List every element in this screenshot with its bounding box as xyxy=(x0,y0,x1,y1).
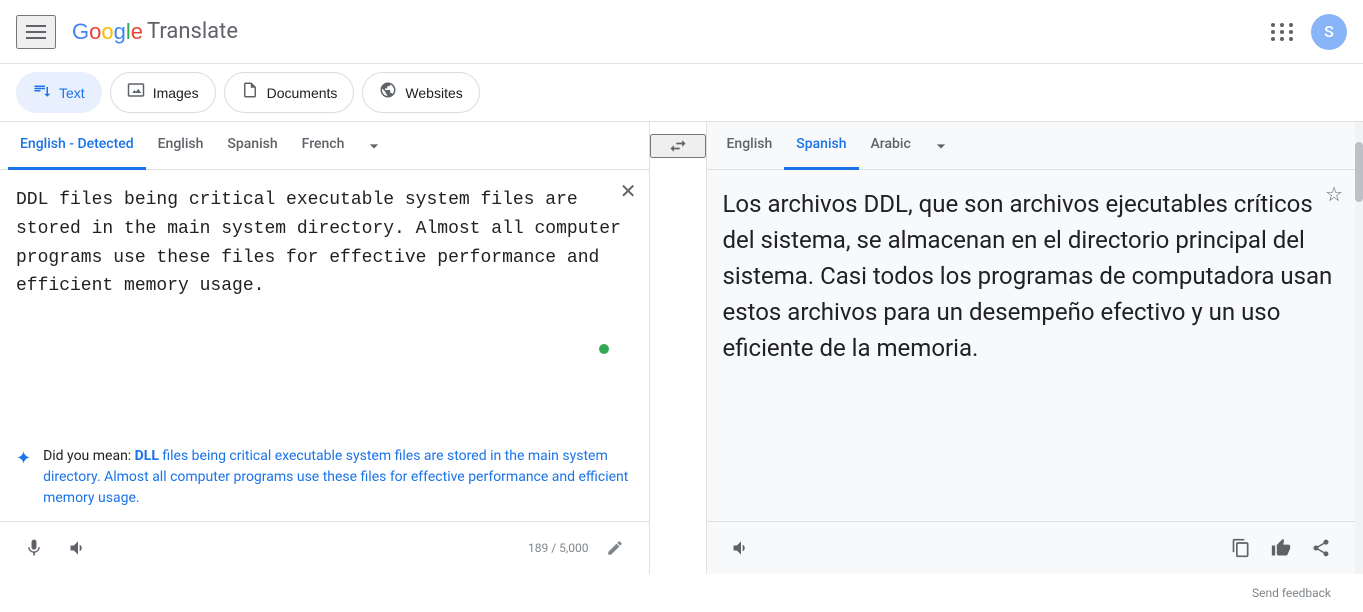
source-toolbar-right: 189 / 5,000 xyxy=(528,530,632,566)
mode-tab-images-label: Images xyxy=(153,85,199,101)
source-lang-more-button[interactable] xyxy=(356,122,392,170)
source-lang-tab-detected[interactable]: English - Detected xyxy=(8,122,146,170)
header-right: S xyxy=(1263,12,1347,52)
mode-tab-documents-label: Documents xyxy=(267,85,338,101)
mode-tab-images[interactable]: Images xyxy=(110,72,216,113)
left-panel: English - Detected English Spanish Frenc… xyxy=(0,122,650,574)
source-lang-tabs: English - Detected English Spanish Frenc… xyxy=(0,122,649,170)
source-lang-tab-spanish[interactable]: Spanish xyxy=(215,122,289,170)
target-volume-button[interactable] xyxy=(723,530,759,566)
source-toolbar-left xyxy=(16,530,96,566)
header: Google Translate S xyxy=(0,0,1363,64)
translated-text: Los archivos DDL, que son archivos ejecu… xyxy=(723,186,1340,366)
translate-area: English - Detected English Spanish Frenc… xyxy=(0,122,1363,574)
char-count: 189 / 5,000 xyxy=(528,541,588,555)
green-status-dot xyxy=(599,344,609,354)
swap-languages-button[interactable] xyxy=(650,134,706,158)
scrollbar-thumb[interactable] xyxy=(1355,142,1363,202)
target-lang-tab-arabic[interactable]: Arabic xyxy=(859,122,923,170)
documents-icon xyxy=(241,81,259,104)
did-you-mean-bold: DLL xyxy=(135,448,159,464)
source-lang-tab-french[interactable]: French xyxy=(290,122,357,170)
mode-tab-websites[interactable]: Websites xyxy=(362,72,479,113)
scrollbar[interactable] xyxy=(1355,122,1363,574)
output-bottom-toolbar xyxy=(707,521,1356,574)
source-lang-tab-english[interactable]: English xyxy=(146,122,216,170)
mode-tabs: Text Images Documents Websites xyxy=(0,64,1363,122)
star-button[interactable]: ☆ xyxy=(1325,182,1343,207)
target-lang-tab-english[interactable]: English xyxy=(715,122,785,170)
user-avatar[interactable]: S xyxy=(1311,14,1347,50)
mode-tab-websites-label: Websites xyxy=(405,85,462,101)
images-icon xyxy=(127,81,145,104)
edit-button[interactable] xyxy=(597,530,633,566)
mode-tab-text-label: Text xyxy=(59,85,85,101)
mic-button[interactable] xyxy=(16,530,52,566)
text-icon xyxy=(33,81,51,104)
copy-button[interactable] xyxy=(1223,530,1259,566)
source-bottom-toolbar: 189 / 5,000 xyxy=(0,521,649,574)
logo-translate-text: Translate xyxy=(147,19,238,44)
sparkle-icon: ✦ xyxy=(16,448,31,469)
swap-area xyxy=(650,122,707,574)
apps-button[interactable] xyxy=(1263,12,1303,52)
target-lang-tab-spanish[interactable]: Spanish xyxy=(784,122,858,170)
did-you-mean-section: ✦ Did you mean: DLL files being critical… xyxy=(0,434,649,521)
source-input-area: ✕ xyxy=(0,170,649,434)
target-lang-tabs: English Spanish Arabic xyxy=(707,122,1356,170)
thumbs-up-button[interactable] xyxy=(1263,530,1299,566)
output-wrapper: ☆ Los archivos DDL, que son archivos eje… xyxy=(707,170,1356,574)
websites-icon xyxy=(379,81,397,104)
logo-google-text: Google xyxy=(72,19,143,45)
apps-grid-icon xyxy=(1271,23,1295,41)
target-lang-more-button[interactable] xyxy=(923,122,959,170)
menu-button[interactable] xyxy=(16,15,56,49)
header-left: Google Translate xyxy=(16,15,238,49)
source-text-input[interactable] xyxy=(16,186,633,330)
right-panel: English Spanish Arabic ☆ Los archivos DD… xyxy=(707,122,1356,574)
did-you-mean-text: Did you mean: DLL files being critical e… xyxy=(43,446,632,509)
clear-button[interactable]: ✕ xyxy=(620,182,637,202)
logo[interactable]: Google Translate xyxy=(72,19,238,45)
output-right-toolbar xyxy=(1223,530,1339,566)
source-volume-button[interactable] xyxy=(60,530,96,566)
mode-tab-text[interactable]: Text xyxy=(16,72,102,113)
share-button[interactable] xyxy=(1303,530,1339,566)
mode-tab-documents[interactable]: Documents xyxy=(224,72,355,113)
did-you-mean-prefix: Did you mean: xyxy=(43,448,135,464)
output-area: ☆ Los archivos DDL, que son archivos eje… xyxy=(707,170,1356,521)
footer: Send feedback xyxy=(0,574,1363,612)
send-feedback-link[interactable]: Send feedback xyxy=(1236,578,1347,608)
